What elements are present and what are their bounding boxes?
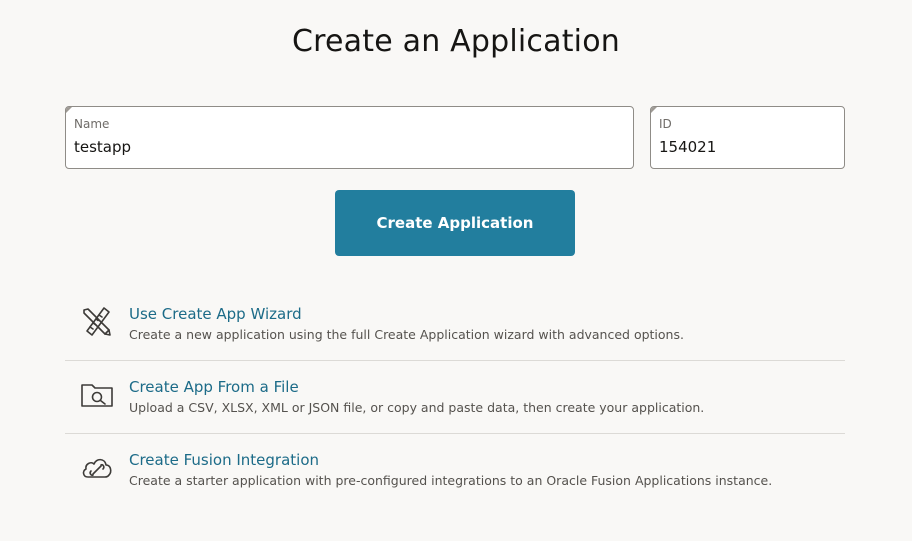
folder-search-icon xyxy=(79,377,115,413)
id-input[interactable] xyxy=(659,138,836,156)
creation-options-list: Use Create App Wizard Create a new appli… xyxy=(65,288,845,507)
option-create-fusion-integration[interactable]: Create Fusion Integration Create a start… xyxy=(65,434,845,507)
option-description: Create a starter application with pre-co… xyxy=(129,473,773,488)
option-description: Upload a CSV, XLSX, XML or JSON file, or… xyxy=(129,400,705,415)
option-title[interactable]: Create Fusion Integration xyxy=(129,451,319,469)
option-description: Create a new application using the full … xyxy=(129,327,684,342)
name-label: Name xyxy=(74,117,110,131)
id-field[interactable]: ID xyxy=(650,106,845,169)
id-label: ID xyxy=(659,117,672,131)
option-title[interactable]: Create App From a File xyxy=(129,378,299,396)
pencil-ruler-icon xyxy=(79,304,115,340)
name-input[interactable] xyxy=(74,138,625,156)
option-create-from-file[interactable]: Create App From a File Upload a CSV, XLS… xyxy=(65,361,845,434)
name-field[interactable]: Name xyxy=(65,106,634,169)
create-application-page: Create an Application Name ID Create App… xyxy=(0,0,912,541)
option-create-app-wizard[interactable]: Use Create App Wizard Create a new appli… xyxy=(65,288,845,361)
cloud-link-icon xyxy=(79,450,115,486)
create-application-button[interactable]: Create Application xyxy=(335,190,575,256)
option-title[interactable]: Use Create App Wizard xyxy=(129,305,302,323)
page-title: Create an Application xyxy=(292,24,620,59)
